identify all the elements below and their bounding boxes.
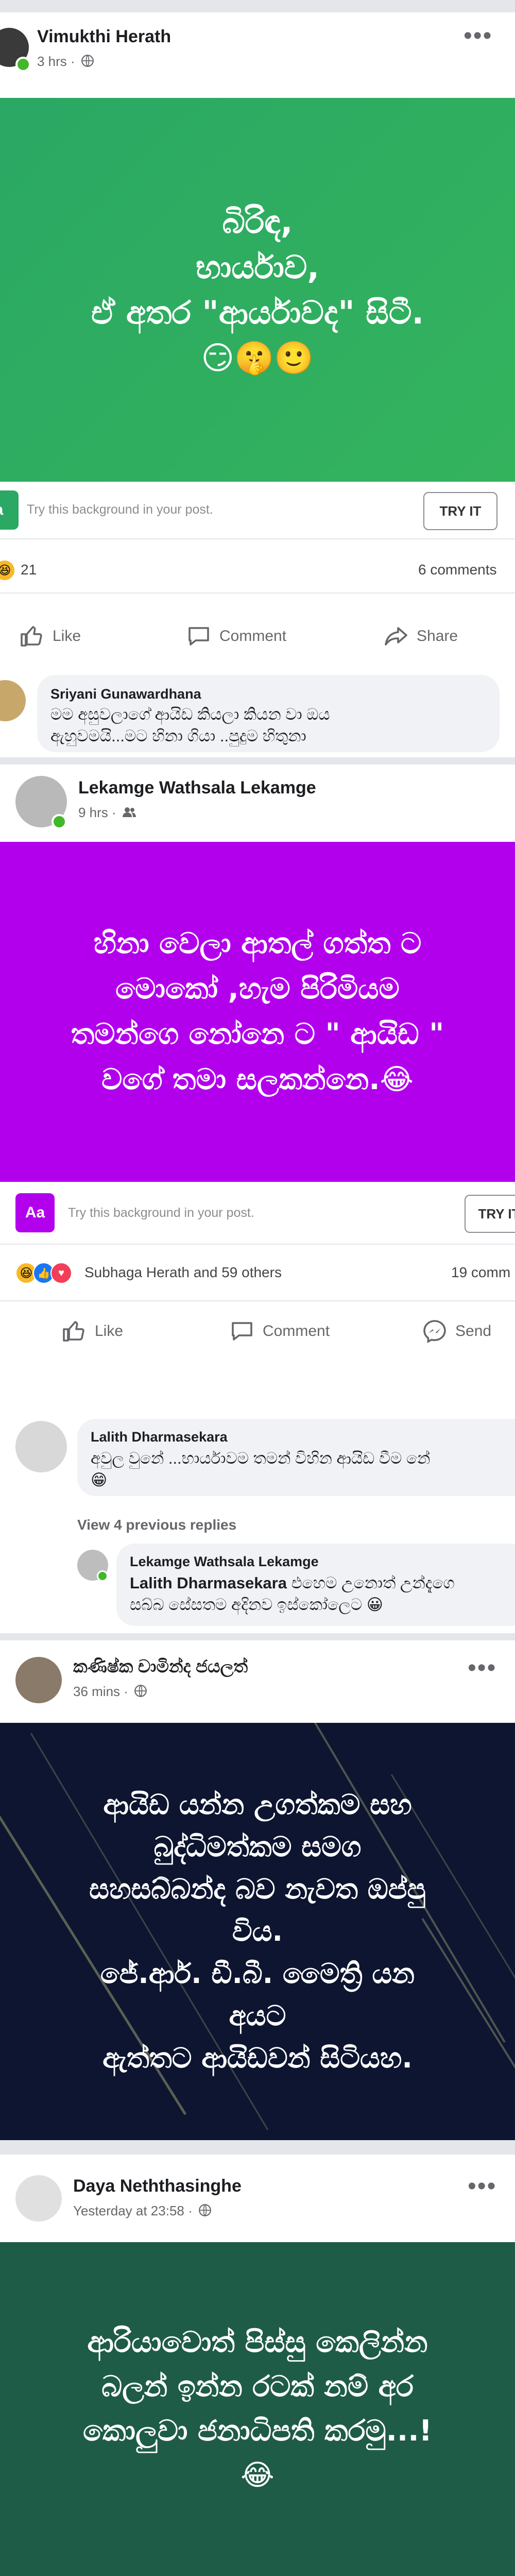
author-avatar[interactable] [15,1657,62,1703]
online-status-indicator [97,1570,108,1582]
more-options-icon[interactable]: ••• [468,1656,496,1681]
like-icon [21,626,42,647]
commenter-avatar[interactable] [0,680,26,721]
reactions-row: 😆 👍 ♥ Subhaga Herath and 59 others 19 co… [0,1244,515,1301]
commenter-avatar[interactable] [15,1421,67,1472]
reply: Lekamge Wathsala Lekamge Lalith Dharmase… [0,1544,515,1626]
comment-author[interactable]: Sriyani Gunawardhana [50,686,201,702]
globe-icon [134,1684,147,1701]
post-meta: 36 mins · [73,1684,147,1701]
post-text: ආරියාවොත් පිස්සු කෙලින්න බලන් ඉන්න රටක් … [82,2326,433,2492]
post-header: Lekamge Wathsala Lekamge 9 hrs · [0,765,515,842]
background-suggestion-bar: Aa Try this background in your post. TRY… [0,1182,515,1245]
comment-button[interactable]: Comment [230,1300,330,1362]
like-label: Like [95,1323,124,1340]
comments-count[interactable]: 6 comments [418,562,497,578]
comment-author[interactable]: Lalith Dharmasekara [91,1429,228,1445]
background-suggestion-bar: a Try this background in your post. TRY … [0,482,515,539]
background-preview-swatch[interactable]: Aa [15,1193,55,1232]
post-text: හිනා වෙලා ආතල් ගත්ත ට මොකෝ ,හැම පිරිමියම… [71,927,444,1096]
share-label: Share [417,628,458,645]
try-it-button[interactable]: TRY IT [465,1195,515,1233]
post-header: කණිෂ්ක චාමින්ද ජයලත් 36 mins · ••• [0,1640,515,1723]
friends-icon [122,806,136,822]
post-divider [0,757,515,765]
post-timestamp[interactable]: 3 hrs · [37,54,75,69]
send-label: Send [455,1323,492,1340]
author-name[interactable]: කණිෂ්ක චාමින්ද ජයලත් [73,1657,248,1677]
love-reaction-icon: ♥ [50,1262,72,1284]
post-background-text: හිනා වෙලා ආතල් ගත්ත ට මොකෝ ,හැම පිරිමියම… [0,842,515,1182]
post-background-text: ආරියාවොත් පිස්සු කෙලින්න බලන් ඉන්න රටක් … [0,2242,515,2576]
comment-icon [188,627,209,646]
post-divider [0,1633,515,1640]
comment-text: අවුල වුනේ ...භාර්යාවම තමන් විහින ආයිඩ වී… [91,1449,431,1489]
comment-text: මම අසුවලාගේ ආයිඩ කියලා කියන වා ඔය ඇහුවමය… [50,705,330,745]
background-hint: Try this background in your post. [27,502,213,517]
post-actions: Like Comment Send [0,1300,515,1362]
reaction-icons[interactable]: 😆 [0,560,15,581]
comment-icon [232,1322,252,1341]
post-divider [0,2140,515,2155]
comment-label: Comment [263,1323,330,1340]
try-it-button[interactable]: TRY IT [423,492,497,530]
comment-button[interactable]: Comment [186,608,286,665]
reaction-count[interactable]: 21 [21,562,37,578]
globe-icon [81,54,94,71]
background-hint: Try this background in your post. [68,1206,254,1220]
author-avatar[interactable] [15,2175,62,2222]
share-icon [385,627,407,646]
post-timestamp[interactable]: Yesterday at 23:58 · [73,2203,193,2218]
reaction-icons[interactable]: 😆 👍 ♥ [15,1262,72,1284]
background-preview-swatch[interactable]: a [0,490,19,530]
post-header: Daya Neththasinghe Yesterday at 23:58 · … [0,2155,515,2242]
author-name[interactable]: Daya Neththasinghe [73,2176,242,2196]
post-text: බිරිඳ, භාර්යාව, ඒ අතර "ආර්යාවද" සිටී. 😏🤫… [91,202,424,377]
like-button[interactable]: Like [20,608,81,665]
more-options-icon[interactable]: ••• [464,24,492,48]
comments-count[interactable]: 19 comm [451,1264,510,1281]
reply-mention[interactable]: Lalith Dharmasekara [130,1574,287,1592]
post-meta: 9 hrs · [78,805,136,822]
like-label: Like [53,628,81,645]
more-options-icon[interactable]: ••• [468,2174,496,2199]
globe-icon [198,2204,212,2221]
share-button[interactable]: Share [384,608,458,665]
post-meta: 3 hrs · [37,54,94,71]
like-button[interactable]: Like [62,1300,123,1362]
post-background-text: බිරිඳ, භාර්යාව, ඒ අතර "ආර්යාවද" සිටී. 😏🤫… [0,98,515,482]
post-header: Vimukthi Herath 3 hrs · ••• [0,12,515,90]
view-previous-replies-link[interactable]: View 4 previous replies [77,1517,236,1533]
reply-author[interactable]: Lekamge Wathsala Lekamge [130,1554,319,1570]
post-actions: Like Comment Share [0,608,515,665]
reply-text: Lalith Dharmasekara එහෙම උනොත් උන්දැගෙ ස… [130,1572,515,1616]
post-timestamp[interactable]: 9 hrs · [78,805,116,820]
post-background-text: ආයිඩ යන්න උගත්කම සහ බුද්ධිමත්කම සමග සහසබ… [0,1723,515,2140]
author-name[interactable]: Vimukthi Herath [37,27,171,47]
post-timestamp[interactable]: 36 mins · [73,1684,128,1699]
post-meta: Yesterday at 23:58 · [73,2203,212,2221]
reactions-row: 😆 21 6 comments [0,546,515,594]
comment: Lalith Dharmasekara අවුල වුනේ ...භාර්යාව… [0,1419,515,1496]
top-bar [0,0,515,12]
comment-label: Comment [219,628,287,645]
like-icon [63,1321,84,1342]
reaction-summary[interactable]: Subhaga Herath and 59 others [84,1264,282,1281]
post-text: ආයිඩ යන්න උගත්කම සහ බුද්ධිමත්කම සමග සහසබ… [89,1788,426,2074]
online-status-indicator [52,814,67,829]
haha-reaction-icon: 😆 [0,560,15,581]
online-status-indicator [15,57,31,72]
comment: Sriyani Gunawardhana මම අසුවලාගේ ආයිඩ කි… [0,675,515,757]
author-name[interactable]: Lekamge Wathsala Lekamge [78,778,316,798]
messenger-icon [423,1320,446,1344]
send-button[interactable]: Send [422,1300,491,1362]
